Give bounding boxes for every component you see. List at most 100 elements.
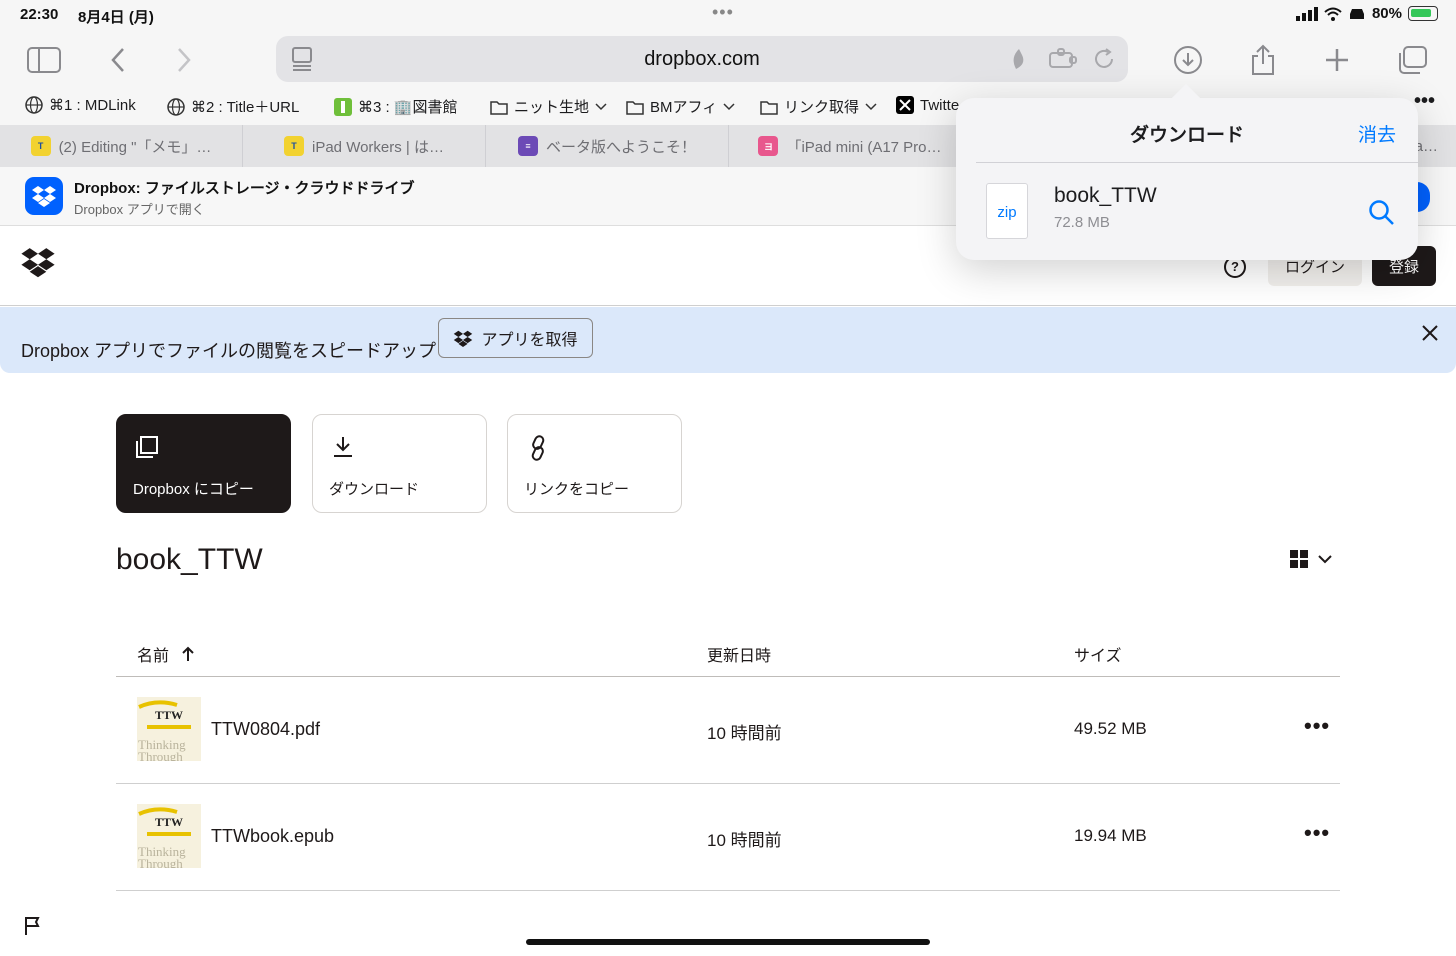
folder-icon (626, 98, 644, 116)
url-text: dropbox.com (644, 48, 760, 70)
file-name[interactable]: TTW0804.pdf (211, 719, 320, 740)
tab-editing-memo[interactable]: T (2) Editing "「メモ」… (0, 125, 243, 167)
sort-by-name-header[interactable]: 名前 (137, 642, 195, 666)
car-icon (1349, 8, 1364, 19)
get-app-label: アプリを取得 (481, 332, 578, 349)
new-tab-icon[interactable] (1319, 42, 1355, 78)
folder-icon (490, 98, 508, 116)
column-size-label[interactable]: サイズ (1074, 642, 1122, 666)
thumb-text-through: Through (138, 856, 183, 868)
thumb-text-ttw: TTW (155, 815, 183, 829)
copy-to-dropbox-button[interactable]: Dropbox にコピー (116, 414, 291, 513)
tabs-overview-icon[interactable] (1394, 42, 1430, 78)
battery-percent: 80% (1371, 5, 1402, 22)
clear-downloads-button[interactable]: 消去 (1358, 120, 1396, 147)
address-bar[interactable]: dropbox.com (276, 36, 1128, 82)
download-icon (331, 435, 355, 464)
more-options-icon[interactable]: ••• (1304, 715, 1330, 737)
multitasking-dots[interactable]: ••• (712, 2, 734, 23)
file-size: 49.52 MB (1074, 719, 1147, 738)
magnifier-icon[interactable] (1368, 199, 1396, 232)
get-app-button[interactable]: アプリを取得 (438, 318, 593, 358)
bookmark-title-url[interactable]: ⌘2 : Title＋URL (167, 96, 299, 117)
thumb-text-through: Through (138, 749, 183, 761)
chevron-down-icon (865, 98, 877, 115)
browser-toolbar: dropbox.com (0, 30, 1456, 88)
chevron-down-icon (723, 98, 735, 115)
file-modified: 10 時間前 (707, 724, 782, 743)
promo-text: Dropbox アプリでファイルの閲覧をスピードアップ (21, 341, 437, 361)
status-bar: 22:30 8月4日 (月) ••• 80% (0, 0, 1456, 30)
bookmark-label: ⌘2 : Title＋URL (191, 99, 300, 116)
signal-icon (1295, 6, 1318, 21)
book-cover-thumbnail: TTW Thinking Through (137, 804, 201, 868)
folder-title: book_TTW (116, 543, 263, 576)
downloads-icon[interactable] (1170, 42, 1206, 78)
bookmark-folder-bm-affi[interactable]: BMアフィ (626, 96, 735, 117)
bookmark-mdlink[interactable]: ⌘1 : MDLink (25, 96, 136, 114)
globe-icon (167, 97, 185, 116)
copy-link-button[interactable]: リンクをコピー (507, 414, 682, 513)
grid-view-icon (1290, 550, 1308, 568)
app-banner-title: Dropbox: ファイルストレージ・クラウドドライブ (74, 180, 415, 197)
tab-ipad-workers[interactable]: T iPad Workers | は… (243, 125, 486, 167)
divider (976, 162, 1418, 163)
reload-icon[interactable] (1092, 47, 1116, 76)
close-icon[interactable] (1420, 323, 1442, 345)
copy-link-label: リンクをコピー (524, 481, 630, 498)
bookmark-label: ⌘3 : 🏢図書館 (358, 99, 458, 116)
back-icon[interactable] (100, 42, 136, 78)
x-logo-icon (896, 96, 914, 114)
flag-icon[interactable] (24, 916, 42, 941)
chevron-down-icon (595, 98, 607, 115)
bookmark-library[interactable]: ⌘3 : 🏢図書館 (334, 96, 458, 117)
popover-title: ダウンロード (1129, 125, 1244, 146)
status-time: 22:30 (20, 6, 59, 23)
bookmark-label: ニット生地 (514, 99, 590, 116)
table-row[interactable]: TTW Thinking Through TTW0804.pdf 10 時間前 … (116, 677, 1340, 784)
more-options-icon[interactable]: ••• (1304, 822, 1330, 844)
forward-icon[interactable] (166, 42, 202, 78)
dropbox-logo-icon (454, 330, 473, 347)
copy-icon (135, 435, 159, 464)
tab-ipad-mini[interactable]: ヨ 「iPad mini (A17 Pro… (729, 125, 972, 167)
view-toggle-button[interactable] (1290, 550, 1332, 568)
link-icon (526, 435, 550, 466)
sidebar-icon[interactable] (26, 42, 62, 78)
table-row[interactable]: TTW Thinking Through TTWbook.epub 10 時間前… (116, 784, 1340, 891)
home-indicator[interactable] (526, 939, 930, 945)
bookmark-twitter[interactable]: Twitte (896, 96, 959, 114)
store-favicon-icon: ヨ (758, 136, 779, 156)
bookmark-label: Twitte (920, 96, 960, 114)
thumb-text-ttw: TTW (155, 708, 183, 722)
dropbox-logo-icon[interactable] (20, 246, 56, 283)
download-file-name[interactable]: book_TTW (1054, 184, 1157, 208)
privacy-icon[interactable] (1008, 47, 1030, 76)
chevron-down-icon (1318, 554, 1332, 563)
file-name[interactable]: TTWbook.epub (211, 826, 334, 847)
app-promo-bar: Dropbox アプリでファイルの閲覧をスピードアップ アプリを取得 (0, 307, 1456, 373)
bookmark-label: ⌘1 : MDLink (49, 97, 136, 114)
download-button[interactable]: ダウンロード (312, 414, 487, 513)
bookmark-folder-link[interactable]: リンク取得 (760, 96, 877, 117)
column-name-label: 名前 (137, 648, 170, 665)
file-table-header: 名前 更新日時 サイズ (116, 626, 1340, 677)
extension-icon[interactable] (1048, 47, 1078, 76)
bookmark-folder-knit[interactable]: ニット生地 (490, 96, 607, 117)
bookmark-label: BMアフィ (650, 99, 718, 116)
status-date: 8月4日 (月) (78, 9, 154, 26)
tab-label: iPad Workers | は… (312, 138, 444, 156)
wifi-icon (1324, 7, 1342, 21)
share-icon[interactable] (1245, 42, 1281, 78)
tab-beta-welcome[interactable]: ≡ ベータ版へようこそ！ (486, 125, 729, 167)
arrow-up-icon (182, 646, 194, 661)
battery-icon (1408, 6, 1438, 21)
dropbox-app-icon (25, 177, 63, 215)
tab-label: a… (1414, 137, 1438, 155)
file-size: 19.94 MB (1074, 826, 1147, 845)
folder-icon (760, 98, 778, 116)
zip-file-icon: zip (986, 183, 1028, 239)
column-modified-label[interactable]: 更新日時 (707, 642, 771, 666)
tab-label: (2) Editing "「メモ」… (58, 138, 212, 156)
file-type-label: zip (997, 204, 1017, 221)
